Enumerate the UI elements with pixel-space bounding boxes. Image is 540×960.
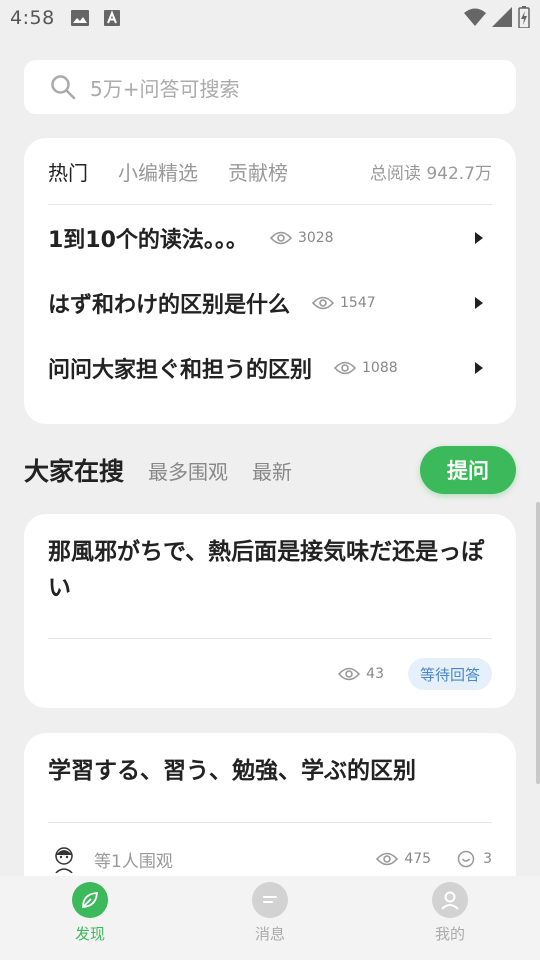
user-icon [432, 882, 468, 918]
question-title: 学習する、習う、勉強、学ぶ的区别 [48, 758, 416, 784]
views-count: 1088 [362, 359, 398, 376]
keyboard-notification-icon [103, 10, 121, 26]
question-card[interactable]: 学習する、習う、勉強、学ぶ的区别 等1人围观 475 3 [24, 733, 516, 893]
tab-hot[interactable]: 热门 [48, 157, 88, 186]
tab-most-watched[interactable]: 最多围观 [148, 456, 228, 485]
status-bar: 4:58 [0, 0, 540, 36]
hot-card: 热门 小编精选 贡献榜 总阅读 942.7万 1到10个的读法。。。 3028 … [24, 138, 516, 424]
status-time: 4:58 [10, 7, 55, 29]
eye-icon [269, 231, 292, 244]
hot-item-views: 1547 [312, 295, 376, 311]
play-arrow-icon [475, 231, 483, 244]
hot-item-title: 问问大家担ぐ和担う的区别 [48, 357, 313, 383]
bottom-tab-bar: 发现 消息 我的 [0, 876, 540, 960]
section-header: 大家在搜 最多围观 最新 提问 [24, 446, 516, 494]
views-count: 1547 [340, 294, 376, 311]
question-views: 43 [338, 666, 384, 682]
eye-icon [376, 852, 399, 866]
eye-icon [338, 667, 361, 681]
tab-label: 消息 [254, 925, 285, 943]
search-icon [51, 75, 76, 100]
question-views: 475 [376, 851, 431, 867]
play-arrow-icon [475, 361, 483, 374]
question-card[interactable]: 那風邪がちで、熱后面是接気味だ还是っぽい 43 等待回答 [24, 514, 516, 708]
views-count: 43 [366, 666, 384, 682]
question-title: 那風邪がちで、熱后面是接気味だ还是っぽい [48, 539, 485, 601]
views-count: 3028 [297, 229, 334, 246]
section-title[interactable]: 大家在搜 [24, 452, 124, 488]
tab-newest[interactable]: 最新 [252, 456, 292, 485]
divider [48, 822, 492, 823]
tab-contribution-rank[interactable]: 贡献榜 [228, 157, 288, 186]
views-count: 475 [404, 851, 432, 867]
leaf-icon [72, 882, 108, 918]
signal-icon [492, 7, 512, 27]
battery-icon [518, 6, 530, 28]
hot-item-title: はず和わけ的区别是什么 [48, 292, 291, 318]
status-icons [464, 6, 530, 28]
tab-label: 我的 [434, 925, 465, 943]
tab-editor-picks[interactable]: 小编精选 [118, 157, 198, 186]
hot-item-title: 1到10个的读法。。。 [48, 227, 248, 253]
ask-question-button[interactable]: 提问 [420, 446, 516, 494]
watchers: 等1人围观 [48, 843, 173, 875]
tab-label: 发现 [74, 925, 105, 943]
avatar [48, 843, 80, 875]
hot-tabs: 热门 小编精选 贡献榜 总阅读 942.7万 [48, 138, 492, 205]
eye-icon [334, 361, 357, 374]
eye-icon [312, 296, 335, 309]
scrollbar[interactable] [536, 502, 540, 784]
status-badge: 等待回答 [407, 658, 492, 690]
answers-count: 3 [483, 851, 492, 867]
search-bar[interactable]: 5万+问答可搜索 [24, 60, 516, 114]
wifi-icon [464, 8, 486, 26]
tab-profile[interactable]: 我的 [360, 876, 540, 960]
hot-item[interactable]: はず和わけ的区别是什么 1547 [48, 270, 492, 335]
total-reads: 总阅读 942.7万 [369, 163, 492, 184]
play-arrow-icon [475, 296, 483, 309]
divider [48, 638, 492, 639]
tab-messages[interactable]: 消息 [180, 876, 360, 960]
image-notification-icon [70, 10, 89, 26]
message-icon [252, 882, 288, 918]
question-meta: 等1人围观 475 3 [48, 843, 492, 875]
hot-item-views: 3028 [269, 229, 334, 246]
watchers-text: 等1人围观 [94, 851, 173, 872]
hot-item-views: 1088 [334, 360, 398, 376]
hot-item[interactable]: 1到10个的读法。。。 3028 [48, 205, 492, 270]
question-meta: 43 等待回答 [48, 658, 492, 690]
answer-count: 3 [457, 850, 492, 868]
search-placeholder: 5万+问答可搜索 [90, 76, 240, 101]
comment-icon [457, 850, 475, 868]
tab-discover[interactable]: 发现 [0, 876, 180, 960]
hot-item[interactable]: 问问大家担ぐ和担う的区别 1088 [48, 335, 492, 400]
